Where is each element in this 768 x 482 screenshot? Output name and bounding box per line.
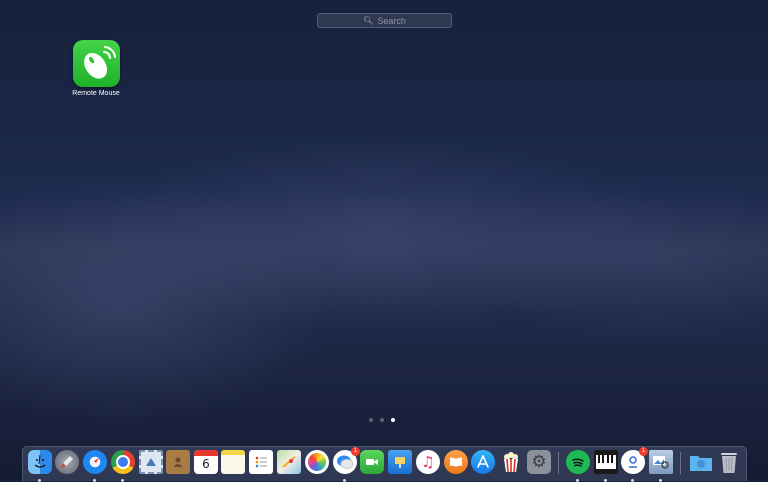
dock-item-finder[interactable]	[28, 450, 52, 482]
notification-badge: 1	[639, 447, 648, 456]
dock-item-itunes[interactable]: ♫	[416, 450, 440, 474]
trash-icon	[717, 450, 741, 474]
dock-item-preview[interactable]	[649, 450, 673, 482]
dock-item-reminders[interactable]	[249, 450, 273, 474]
page-dot[interactable]	[380, 418, 384, 422]
app-label: Remote Mouse	[72, 90, 120, 97]
dock-item-mail[interactable]	[139, 450, 163, 474]
dock-item-spotify[interactable]	[566, 450, 590, 482]
dock-item-popcorn-time[interactable]	[499, 450, 523, 474]
dock-item-downloads-folder[interactable]	[689, 450, 713, 474]
rocket-icon	[55, 450, 79, 474]
dock-item-ibooks[interactable]	[444, 450, 468, 474]
dock-item-trash[interactable]	[717, 450, 741, 474]
search-placeholder: Search	[377, 15, 406, 26]
dock-item-maps[interactable]	[277, 450, 301, 474]
dock-item-keynote[interactable]	[388, 450, 412, 474]
page-dot-current[interactable]	[391, 418, 395, 422]
dock-item-system-preferences[interactable]: ⚙	[527, 450, 551, 474]
photos-flower-icon	[305, 450, 329, 474]
presentation-icon	[388, 450, 412, 474]
dock-item-calendar[interactable]: 6	[194, 450, 218, 474]
music-note-icon: ♫	[416, 450, 440, 474]
spotify-icon	[566, 450, 590, 474]
dock-item-app-store[interactable]	[471, 450, 495, 474]
compass-icon	[83, 450, 107, 474]
dock-item-chrome[interactable]	[111, 450, 135, 482]
gear-icon: ⚙	[527, 450, 551, 474]
checklist-icon	[249, 450, 273, 474]
search-field[interactable]: 🔍︎ Search	[317, 13, 452, 28]
open-book-icon	[444, 450, 468, 474]
map-icon	[277, 450, 301, 474]
chrome-icon	[111, 450, 135, 474]
dock: 6 1 ♫ ⚙ 1	[22, 446, 747, 482]
dock-item-piano[interactable]	[594, 450, 618, 482]
folder-icon	[689, 450, 713, 474]
app-store-icon	[471, 450, 495, 474]
notes-icon	[221, 450, 245, 474]
dock-separator	[558, 452, 559, 474]
dock-item-notes[interactable]	[221, 450, 245, 474]
calendar-day: 6	[202, 457, 210, 471]
search-icon: 🔍︎	[363, 16, 374, 25]
remote-mouse-icon	[72, 40, 120, 87]
video-camera-icon	[360, 450, 384, 474]
dock-item-messenger[interactable]: 1	[621, 447, 648, 482]
dock-item-safari[interactable]	[83, 450, 107, 482]
finder-icon	[28, 450, 52, 474]
page-dot[interactable]	[369, 418, 373, 422]
stamp-icon	[139, 450, 163, 474]
app-remote-mouse[interactable]: Remote Mouse	[64, 40, 128, 97]
dock-item-launchpad[interactable]	[55, 450, 79, 474]
dock-separator	[680, 452, 681, 474]
preview-photos-icon	[649, 450, 673, 474]
notification-badge: 1	[351, 447, 360, 456]
calendar-icon: 6	[194, 450, 218, 474]
page-indicator	[369, 418, 395, 422]
dock-item-facetime[interactable]	[360, 450, 384, 474]
dock-item-contacts[interactable]	[166, 450, 190, 474]
dock-item-photos[interactable]	[305, 450, 329, 474]
dock-item-messages[interactable]: 1	[333, 447, 360, 482]
address-book-icon	[166, 450, 190, 474]
popcorn-icon	[499, 450, 523, 474]
piano-keys-icon	[594, 450, 618, 474]
